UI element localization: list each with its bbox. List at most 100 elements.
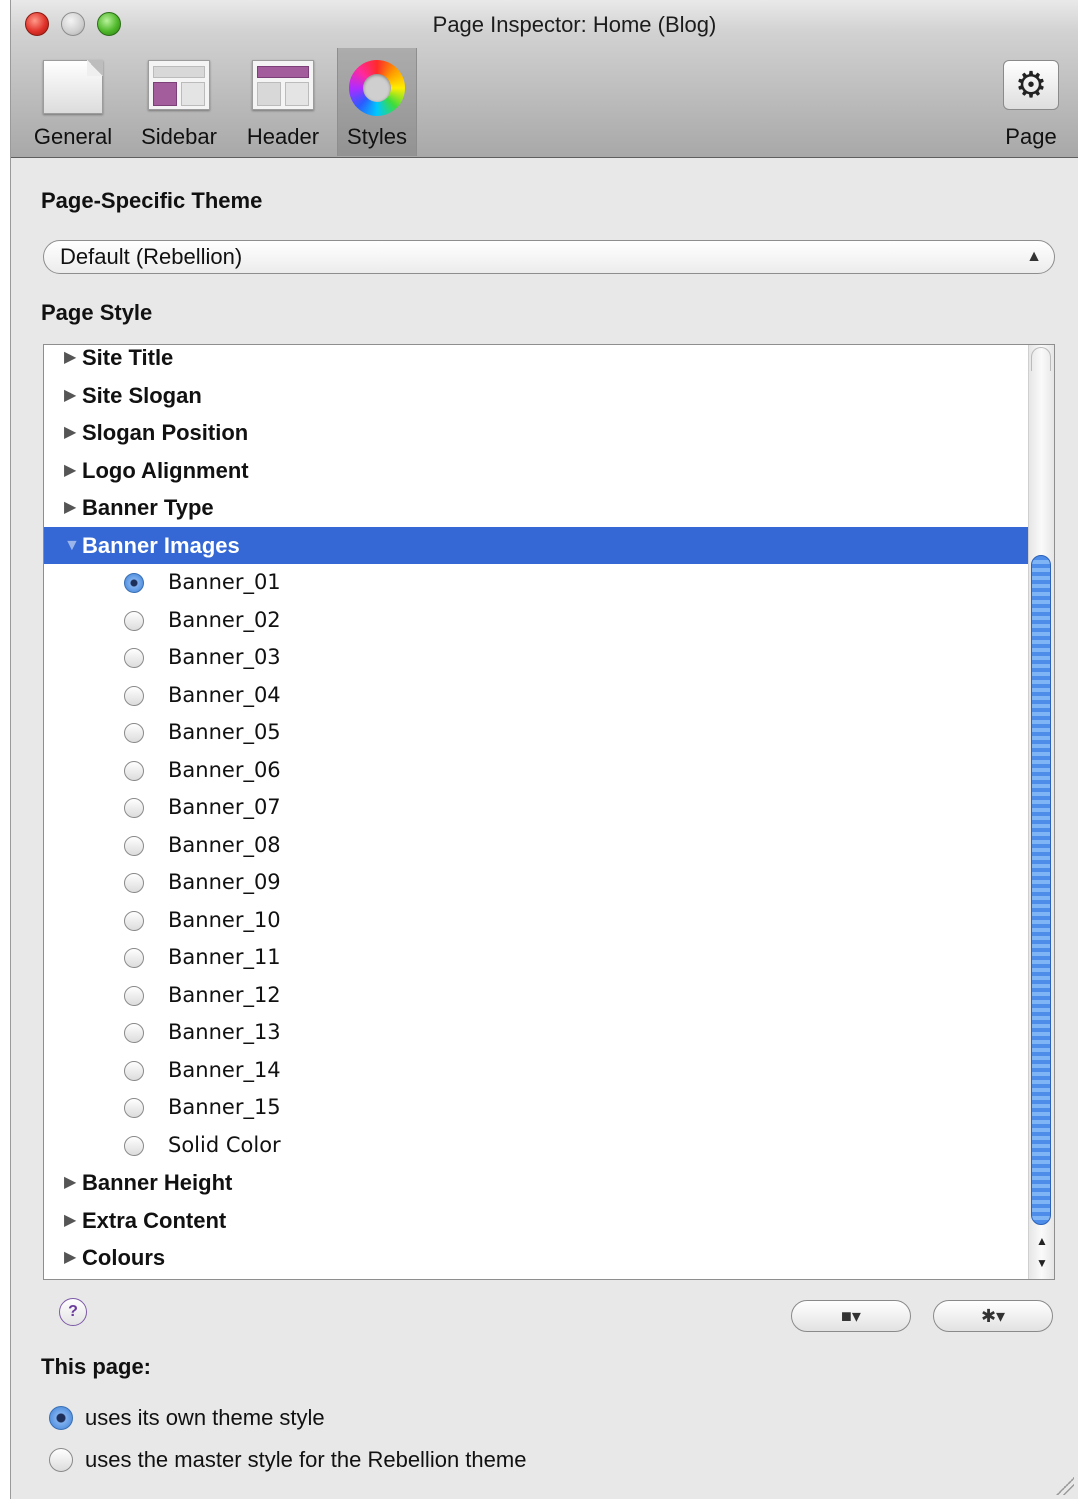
title-toolbar: Page Inspector: Home (Blog) General Side… [11, 0, 1078, 158]
tab-general[interactable]: General [21, 48, 125, 156]
outline-group[interactable]: ▶ Banner Type [44, 489, 1028, 526]
banner-option-label: Solid Color [168, 1132, 281, 1157]
banner-option-radio[interactable] [124, 760, 144, 781]
outline-group-label: Site Title [82, 345, 174, 370]
banner-option-label: Banner_08 [168, 832, 281, 857]
banner-option-label: Banner_11 [168, 945, 281, 969]
outline-group[interactable]: ▶ Colours [44, 1239, 1028, 1276]
window-title: Page Inspector: Home (Blog) [432, 12, 717, 37]
theme-heading: Page-Specific Theme [41, 188, 263, 213]
page-button-label: Page [1005, 124, 1057, 149]
banner-option-label: Banner_06 [168, 757, 281, 782]
outline-group-label: Slogan Position [82, 420, 249, 445]
banner-option-row[interactable]: Banner_10 [44, 902, 1028, 939]
banner-option-row[interactable]: Banner_06 [44, 752, 1028, 789]
banner-option-row[interactable]: Banner_05 [44, 714, 1028, 751]
page-style-outline[interactable]: ▶ Site Title ▶ Site Slogan ▶ Slogan Position ▶… [43, 344, 1055, 1280]
page-button[interactable]: ⚙ Page [989, 48, 1073, 156]
own-theme-style-radio[interactable] [49, 1406, 73, 1430]
tab-header-label: Header [246, 124, 320, 149]
resize-grip-icon[interactable] [1054, 1475, 1074, 1495]
up-down-arrows-icon: ▲ [1026, 248, 1042, 265]
disclosure-right-icon[interactable]: ▶ [64, 377, 76, 414]
banner-option-radio[interactable] [124, 985, 144, 1006]
page-style-heading: Page Style [41, 300, 153, 325]
banner-option-row[interactable]: Banner_04 [44, 677, 1028, 714]
outline-group-label: Logo Alignment [82, 457, 249, 483]
outline-group-expanded[interactable]: ▼ Banner Images [44, 526, 1028, 564]
banner-option-radio[interactable] [124, 948, 144, 968]
banner-option-radio[interactable] [124, 1098, 144, 1118]
banner-option-radio[interactable] [124, 910, 144, 931]
tab-sidebar[interactable]: Sidebar [129, 48, 229, 156]
disclosure-right-icon[interactable]: ▶ [64, 414, 76, 451]
disclosure-right-icon[interactable]: ▶ [64, 1202, 76, 1239]
banner-option-row[interactable]: Banner_08 [44, 827, 1028, 864]
banner-option-row[interactable]: Banner_11 [44, 939, 1028, 976]
banner-option-radio[interactable] [124, 1135, 144, 1156]
action-menu-button[interactable]: ✱▾ [933, 1300, 1053, 1332]
banner-option-label: Banner_07 [168, 795, 281, 819]
tab-general-label: General [33, 124, 113, 149]
scrollbar-thumb[interactable] [1031, 555, 1051, 1225]
outline-group[interactable]: ▶ Site Title [44, 345, 1028, 376]
banner-option-radio[interactable] [124, 610, 144, 631]
banner-option-row[interactable]: Banner_03 [44, 639, 1028, 676]
banner-option-row[interactable]: Solid Color [44, 1127, 1028, 1164]
banner-option-label: Banner_12 [168, 982, 281, 1007]
outline-group[interactable]: ▶ Site Slogan [44, 377, 1028, 414]
tab-sidebar-label: Sidebar [141, 124, 217, 149]
folder-menu-button[interactable]: ■▾ [791, 1300, 911, 1332]
banner-option-row[interactable]: Banner_07 [44, 789, 1028, 826]
tab-header[interactable]: Header [233, 48, 333, 156]
outline-group[interactable]: ▶ Logo Alignment [44, 452, 1028, 489]
banner-option-radio[interactable] [124, 648, 144, 668]
banner-option-label: Banner_04 [168, 682, 281, 707]
tab-styles[interactable]: Styles [337, 48, 417, 156]
banner-option-radio[interactable] [124, 835, 144, 856]
banner-option-row[interactable]: Banner_02 [44, 602, 1028, 639]
this-page-heading: This page: [41, 1354, 152, 1379]
banner-option-row[interactable]: Banner_09 [44, 864, 1028, 901]
banner-option-radio[interactable] [124, 798, 144, 818]
disclosure-down-icon[interactable]: ▼ [64, 527, 80, 564]
banner-option-radio[interactable] [124, 723, 144, 743]
disclosure-right-icon[interactable]: ▶ [64, 452, 76, 489]
document-icon [43, 60, 103, 114]
disclosure-right-icon[interactable]: ▶ [64, 1164, 76, 1201]
scroll-up-arrow-icon[interactable]: ▲ [1033, 1231, 1051, 1251]
banner-option-label: Banner_14 [168, 1057, 281, 1082]
sidebar-layout-icon [148, 60, 210, 110]
banner-option-row[interactable]: Banner_14 [44, 1052, 1028, 1089]
disclosure-right-icon[interactable]: ▶ [64, 489, 76, 526]
outline-group[interactable]: ▶ Slogan Position [44, 414, 1028, 451]
banner-option-radio[interactable] [124, 573, 144, 593]
disclosure-right-icon[interactable]: ▶ [64, 1239, 76, 1276]
banner-option-radio[interactable] [124, 685, 144, 706]
outline-group[interactable]: ▶ Extra Content [44, 1202, 1028, 1239]
vertical-scrollbar[interactable]: ▲ ▼ [1028, 345, 1054, 1279]
banner-option-label: Banner_03 [168, 645, 281, 669]
help-button[interactable]: ? [59, 1298, 87, 1326]
banner-option-label: Banner_10 [168, 907, 281, 932]
banner-option-radio[interactable] [124, 1023, 144, 1043]
outline-group-label: Extra Content [82, 1207, 227, 1233]
master-style-label: uses the master style for the Rebellion … [85, 1447, 527, 1472]
own-theme-style-label: uses its own theme style [85, 1405, 325, 1430]
banner-option-radio[interactable] [124, 1060, 144, 1081]
banner-option-row[interactable]: Banner_01 [44, 564, 1028, 601]
banner-option-label: Banner_01 [168, 570, 281, 594]
banner-option-row[interactable]: Banner_13 [44, 1014, 1028, 1051]
scroll-down-arrow-icon[interactable]: ▼ [1033, 1253, 1051, 1273]
disclosure-right-icon[interactable]: ▶ [64, 345, 76, 376]
outline-group-label: Banner Images [82, 532, 240, 558]
banner-option-label: Banner_09 [168, 870, 281, 894]
outline-group[interactable]: ▶ Banner Height [44, 1164, 1028, 1201]
banner-option-row[interactable]: Banner_12 [44, 977, 1028, 1014]
theme-popup[interactable]: Default (Rebellion) ▲ [43, 240, 1055, 274]
banner-option-row[interactable]: Banner_15 [44, 1089, 1028, 1126]
master-style-radio[interactable] [49, 1448, 73, 1472]
banner-option-radio[interactable] [124, 873, 144, 893]
tab-styles-label: Styles [347, 124, 407, 149]
outline-group-label: Colours [82, 1245, 166, 1270]
